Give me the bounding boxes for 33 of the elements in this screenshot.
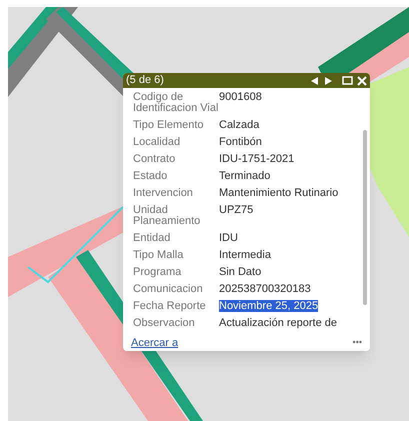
field-value: Actualización reporte de	[219, 317, 338, 329]
field-value: Terminado	[219, 170, 270, 182]
field-value: Sin Dato	[219, 266, 262, 278]
field-value: 9001608	[219, 91, 262, 103]
field-label: Observacion	[133, 318, 196, 329]
zoom-to-link[interactable]: Acercar a	[131, 334, 178, 351]
maximize-icon[interactable]	[342, 76, 353, 85]
field-value: UPZ75	[219, 204, 254, 216]
field-label: Intervencion	[133, 188, 194, 199]
field-label: Contrato	[133, 154, 176, 165]
field-value: Noviembre 25, 2025	[219, 300, 318, 312]
field-value: Calzada	[219, 119, 260, 131]
field-label: Programa	[133, 267, 182, 278]
field-label: Estado	[133, 171, 168, 182]
close-icon[interactable]	[357, 76, 367, 86]
previous-icon[interactable]	[311, 76, 319, 84]
field-value: IDU	[219, 232, 238, 244]
field-value: 202538700320183	[219, 283, 311, 295]
field-label: Fecha Reporte	[133, 301, 207, 312]
next-icon[interactable]	[324, 76, 332, 84]
field-value: Fontibón	[219, 136, 262, 148]
field-label: Entidad	[133, 233, 172, 244]
field-value: IDU-1751-2021	[219, 153, 294, 165]
field-value: Intermedia	[219, 249, 271, 261]
field-label: Tipo Malla	[133, 250, 184, 261]
field-label: Comunicacion	[133, 284, 204, 295]
field-value: Mantenimiento Rutinario	[219, 187, 338, 199]
popup-title: (5 de 6)	[126, 73, 165, 88]
field-label: Codigo de Identificacion Vial	[133, 92, 219, 114]
field-label: Localidad	[133, 137, 182, 148]
field-label: Unidad Planeamiento	[133, 205, 202, 227]
more-button[interactable]: •••	[352, 336, 362, 350]
field-label: Tipo Elemento	[133, 120, 205, 131]
